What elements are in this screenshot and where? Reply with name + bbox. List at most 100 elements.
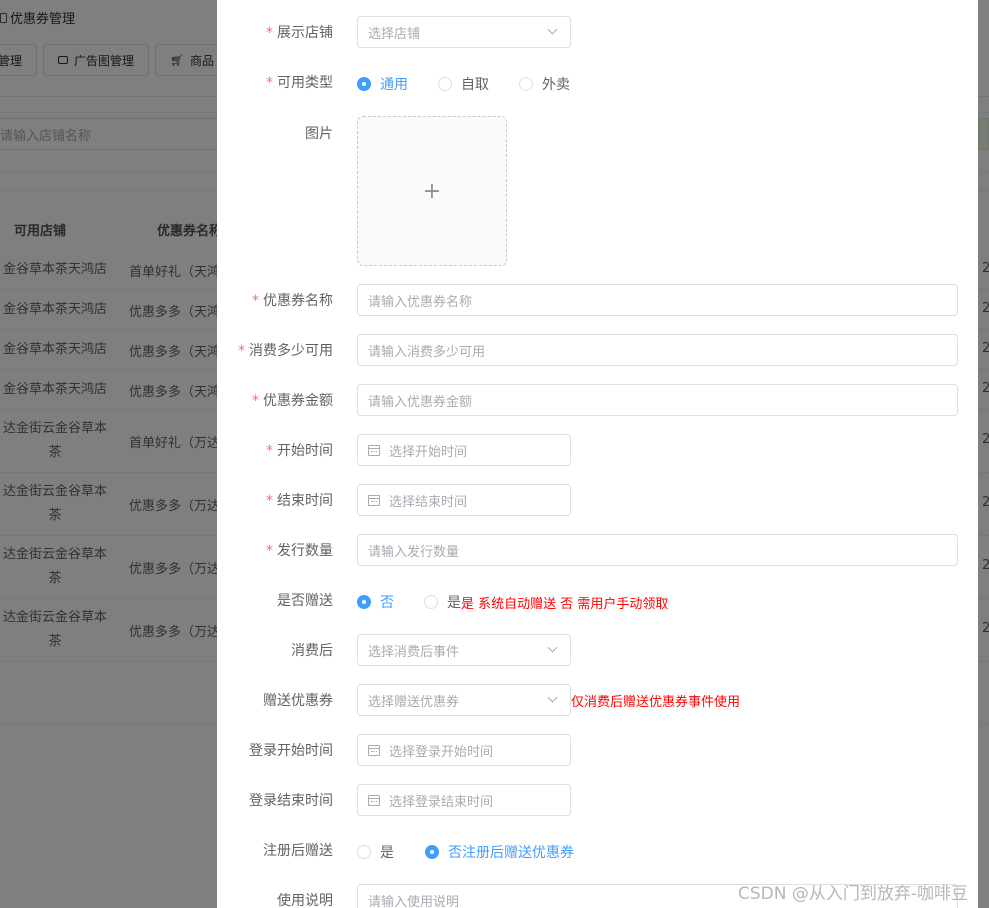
label-text: 消费多少可用 [249,343,333,359]
plus-icon: + [422,178,442,204]
label-text: 优惠券金额 [263,393,333,409]
radio-label: 是 [380,845,394,861]
form-item-name: * 优惠券名称 请输入优惠券名称 [217,284,978,316]
placeholder: 选择消费后事件 [368,644,460,660]
radio-type-delivery[interactable]: 外卖 [519,74,570,94]
gift-hint: 是 系统自动赠送 否 需用户手动领取 [461,596,669,612]
radio-dot [357,595,371,609]
required-mark: * [266,25,273,41]
start-time-picker[interactable]: 选择开始时间 [357,434,571,466]
form-label: 使用说明 [217,890,345,908]
radio-dot [424,595,438,609]
calendar-icon [368,744,380,756]
radio-label: 通用 [380,77,408,93]
radio-gift-yes[interactable]: 是 [424,592,461,612]
form-item-login-start: 登录开始时间 选择登录开始时间 [217,734,978,766]
image-upload[interactable]: + [357,116,507,266]
login-start-picker[interactable]: 选择登录开始时间 [357,734,571,766]
radio-register-no[interactable]: 否注册后赠送优惠券 [425,842,574,862]
required-mark: * [238,343,245,359]
form-label: 图片 [217,116,345,143]
form-item-end: * 结束时间 选择结束时间 [217,484,978,516]
placeholder: 请输入优惠券金额 [368,394,473,410]
placeholder: 选择登录开始时间 [389,744,494,760]
label-text: 可用类型 [277,75,333,91]
chevron-down-icon [547,692,558,703]
coupon-edit-dialog: * 展示店铺 选择店铺 * 可用类型 通用 自取 外卖 图片 + * 优惠券名称 请输… [217,0,978,908]
form-item-type: * 可用类型 通用 自取 外卖 [217,66,978,98]
radio-type-pickup[interactable]: 自取 [438,74,489,94]
calendar-icon [368,444,380,456]
form-label: * 可用类型 [217,72,345,92]
gift-coupon-hint: 仅消费后赠送优惠券事件使用 [571,694,741,710]
label-text: 优惠券名称 [263,293,333,309]
radio-register-yes[interactable]: 是 [357,842,394,862]
store-select[interactable]: 选择店铺 [357,16,571,48]
radio-gift-no[interactable]: 否 [357,592,394,612]
chevron-down-icon [547,642,558,653]
end-time-picker[interactable]: 选择结束时间 [357,484,571,516]
required-mark: * [266,493,273,509]
radio-dot [425,845,439,859]
required-mark: * [266,443,273,459]
required-mark: * [266,543,273,559]
radio-label: 否 [448,845,462,861]
form-label: 登录结束时间 [217,790,345,810]
chevron-down-icon [547,24,558,35]
coupon-amount-input[interactable]: 请输入优惠券金额 [357,384,958,416]
radio-label: 自取 [461,77,489,93]
calendar-icon [368,794,380,806]
label-text: 展示店铺 [277,25,333,41]
form-item-gift: 是否赠送 否 是 是 系统自动赠送 否 需用户手动领取 [217,584,978,616]
label-text: 注册后赠送 [263,843,333,859]
placeholder: 选择结束时间 [389,494,468,510]
label-text: 登录开始时间 [249,743,333,759]
label-text: 消费后 [291,643,333,659]
label-text: 登录结束时间 [249,793,333,809]
after-spend-select[interactable]: 选择消费后事件 [357,634,571,666]
form-label: * 优惠券名称 [217,290,345,310]
form-label: 消费后 [217,640,345,660]
placeholder: 请输入发行数量 [368,544,460,560]
radio-dot [357,77,371,91]
form-item-store: * 展示店铺 选择店铺 [217,16,978,48]
radio-label: 外卖 [542,77,570,93]
label-text: 结束时间 [277,493,333,509]
label-text: 图片 [305,126,333,142]
label-text: 使用说明 [277,893,333,908]
radio-dot [519,77,533,91]
form-item-min-spend: * 消费多少可用 请输入消费多少可用 [217,334,978,366]
form-label: * 消费多少可用 [217,340,345,360]
placeholder: 选择开始时间 [389,444,468,460]
coupon-name-input[interactable]: 请输入优惠券名称 [357,284,958,316]
form-item-register-gift: 注册后赠送 是 否注册后赠送优惠券 [217,834,978,866]
form-label: 登录开始时间 [217,740,345,760]
form-item-start: * 开始时间 选择开始时间 [217,434,978,466]
label-text: 是否赠送 [277,593,333,609]
required-mark: * [252,393,259,409]
radio-type-general[interactable]: 通用 [357,74,408,94]
form-label: 是否赠送 [217,590,345,610]
placeholder: 请输入消费多少可用 [368,344,486,360]
form-item-quantity: * 发行数量 请输入发行数量 [217,534,978,566]
placeholder: 请输入优惠券名称 [368,294,473,310]
calendar-icon [368,494,380,506]
form-label: * 开始时间 [217,440,345,460]
radio-label: 是 [447,595,461,611]
placeholder: 选择店铺 [368,26,421,42]
form-label: * 发行数量 [217,540,345,560]
watermark: CSDN @从入门到放弃-咖啡豆 [738,884,969,904]
form-item-login-end: 登录结束时间 选择登录结束时间 [217,784,978,816]
placeholder: 选择登录结束时间 [389,794,494,810]
register-gift-hint: 注册后赠送优惠券 [462,845,574,861]
form-item-amount: * 优惠券金额 请输入优惠券金额 [217,384,978,416]
quantity-input[interactable]: 请输入发行数量 [357,534,958,566]
form-item-after-spend: 消费后 选择消费后事件 [217,634,978,666]
placeholder: 选择赠送优惠券 [368,694,460,710]
label-text: 开始时间 [277,443,333,459]
min-spend-input[interactable]: 请输入消费多少可用 [357,334,958,366]
login-end-picker[interactable]: 选择登录结束时间 [357,784,571,816]
gift-coupon-select[interactable]: 选择赠送优惠券 [357,684,571,716]
form-label: 赠送优惠券 [217,690,345,710]
required-mark: * [266,75,273,91]
